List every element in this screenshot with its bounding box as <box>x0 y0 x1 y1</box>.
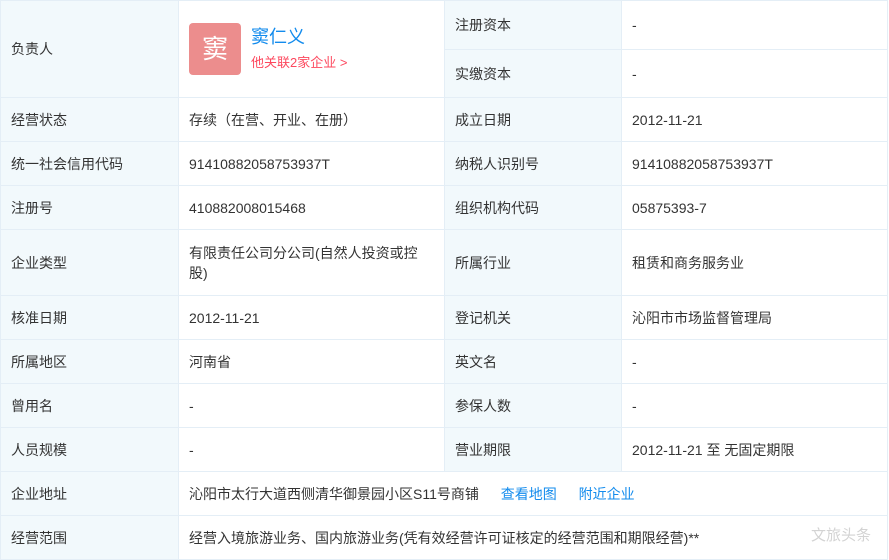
address-cell: 沁阳市太行大道西侧清华御景园小区S11号商铺 查看地图 附近企业 <box>178 471 888 516</box>
label-former-name: 曾用名 <box>0 383 179 428</box>
label-industry: 所属行业 <box>444 229 622 296</box>
label-address: 企业地址 <box>0 471 179 516</box>
label-business-scope: 经营范围 <box>0 515 179 560</box>
label-registration-authority: 登记机关 <box>444 295 622 340</box>
value-staff-size: - <box>178 427 445 472</box>
label-english-name: 英文名 <box>444 339 622 384</box>
value-industry: 租赁和商务服务业 <box>621 229 888 296</box>
label-credit-code: 统一社会信用代码 <box>0 141 179 186</box>
label-established-date: 成立日期 <box>444 97 622 142</box>
value-region: 河南省 <box>178 339 445 384</box>
label-staff-size: 人员规模 <box>0 427 179 472</box>
label-registration-number: 注册号 <box>0 185 179 230</box>
value-credit-code: 91410882058753937T <box>178 141 445 186</box>
value-business-status: 存续（在营、开业、在册） <box>178 97 445 142</box>
value-address: 沁阳市太行大道西侧清华御景园小区S11号商铺 <box>189 485 479 502</box>
related-companies-link[interactable]: 他关联2家企业 > <box>251 53 347 73</box>
avatar[interactable]: 窦 <box>189 23 241 75</box>
label-company-type: 企业类型 <box>0 229 179 296</box>
label-business-status: 经营状态 <box>0 97 179 142</box>
value-business-term: 2012-11-21 至 无固定期限 <box>621 427 888 472</box>
value-registration-number: 410882008015468 <box>178 185 445 230</box>
label-org-code: 组织机构代码 <box>444 185 622 230</box>
value-insured-count: - <box>621 383 888 428</box>
value-established-date: 2012-11-21 <box>621 97 888 142</box>
nearby-companies-link[interactable]: 附近企业 <box>579 486 635 502</box>
value-former-name: - <box>178 383 445 428</box>
legal-person-cell: 窦 窦仁义 他关联2家企业 > <box>178 0 445 98</box>
value-english-name: - <box>621 339 888 384</box>
label-region: 所属地区 <box>0 339 179 384</box>
value-business-scope: 经营入境旅游业务、国内旅游业务(凭有效经营许可证核定的经营范围和期限经营)** <box>178 515 888 560</box>
label-registered-capital: 注册资本 <box>444 0 622 50</box>
value-company-type: 有限责任公司分公司(自然人投资或控股) <box>178 229 445 296</box>
label-taxpayer-id: 纳税人识别号 <box>444 141 622 186</box>
value-registered-capital: - <box>621 0 888 50</box>
value-paid-capital: - <box>621 49 888 98</box>
value-approval-date: 2012-11-21 <box>178 295 445 340</box>
label-paid-capital: 实缴资本 <box>444 49 622 98</box>
company-info-table: 负责人 窦 窦仁义 他关联2家企业 > 注册资本 - 实缴资本 - 经营状态 存… <box>0 0 888 560</box>
label-insured-count: 参保人数 <box>444 383 622 428</box>
value-registration-authority: 沁阳市市场监督管理局 <box>621 295 888 340</box>
value-org-code: 05875393-7 <box>621 185 888 230</box>
label-legal-person: 负责人 <box>0 0 179 98</box>
label-approval-date: 核准日期 <box>0 295 179 340</box>
watermark-logo: 文旅头条 <box>810 527 871 544</box>
view-map-link[interactable]: 查看地图 <box>501 486 557 502</box>
value-taxpayer-id: 91410882058753937T <box>621 141 888 186</box>
person-name-link[interactable]: 窦仁义 <box>251 25 347 49</box>
label-business-term: 营业期限 <box>444 427 622 472</box>
